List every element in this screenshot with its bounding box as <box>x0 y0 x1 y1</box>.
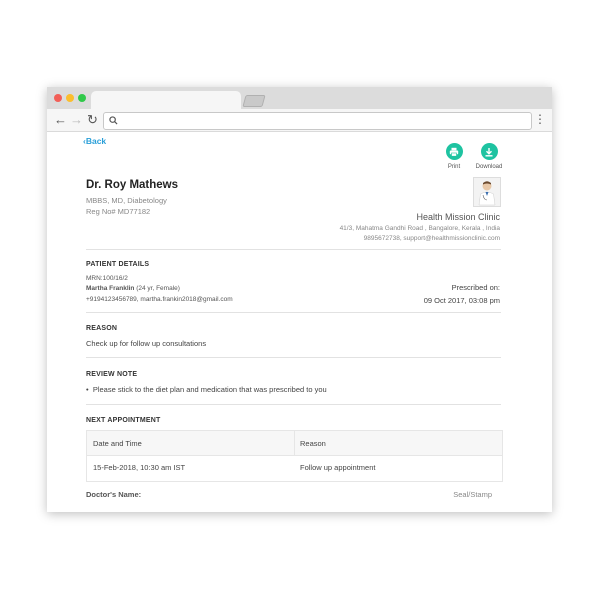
row-reason: Follow up appointment <box>300 463 376 472</box>
doctor-avatar <box>473 177 501 207</box>
patient-name: Martha Franklin <box>86 285 135 292</box>
search-icon <box>109 116 118 125</box>
new-tab-button[interactable] <box>242 95 266 107</box>
doctor-reg-no: Reg No# MD77182 <box>86 207 151 216</box>
clinic-contact: 9895672738, support@healthmissionclinic.… <box>363 235 500 242</box>
patient-name-line: Martha Franklin (24 yr, Female) <box>86 285 180 292</box>
prescribed-date: 09 Oct 2017, 03:08 pm <box>423 296 500 305</box>
tab-bar <box>47 87 552 109</box>
back-link-label: Back <box>85 136 107 146</box>
patient-age-gender: (24 yr, Female) <box>136 285 180 292</box>
seal-stamp-label: Seal/Stamp <box>453 490 492 499</box>
back-arrow-icon[interactable]: ← <box>54 111 67 129</box>
print-label: Print <box>447 164 461 170</box>
reason-text: Check up for follow up consultations <box>86 339 207 348</box>
print-button[interactable]: Print <box>434 143 474 170</box>
patient-contact: +9194123456789, martha.frankin2018@gmail… <box>86 296 233 303</box>
forward-arrow-icon[interactable]: → <box>70 111 83 129</box>
bullet: • <box>86 385 89 394</box>
patient-details-title: PATIENT DETAILS <box>86 261 150 268</box>
table-header: Date and Time Reason <box>87 431 502 456</box>
doctor-qualification: MBBS, MD, Diabetology <box>86 196 167 205</box>
divider <box>86 249 501 250</box>
patient-mrn: MRN:100/16/2 <box>86 275 128 282</box>
doctor-name: Dr. Roy Mathews <box>86 179 179 191</box>
download-icon <box>480 143 498 160</box>
printer-icon <box>445 143 463 160</box>
header-reason: Reason <box>300 439 326 448</box>
appointment-table: Date and Time Reason 15-Feb-2018, 10:30 … <box>86 430 503 482</box>
download-button[interactable]: Download <box>469 143 509 170</box>
close-window-button[interactable] <box>54 94 62 102</box>
browser-toolbar: ← → ↻ ⋮ <box>47 109 552 132</box>
row-date-time: 15-Feb-2018, 10:30 am IST <box>93 463 186 472</box>
divider <box>86 404 501 405</box>
reload-icon[interactable]: ↻ <box>87 111 98 129</box>
menu-dots-icon[interactable]: ⋮ <box>534 112 546 126</box>
review-note-title: REVIEW NOTE <box>86 371 138 378</box>
header-date-time: Date and Time <box>93 439 142 448</box>
back-link[interactable]: ‹Back <box>83 136 106 146</box>
clinic-address: 41/3, Mahatma Gandhi Road , Bangalore, K… <box>339 225 500 232</box>
reason-title: REASON <box>86 325 118 332</box>
next-appointment-title: NEXT APPOINTMENT <box>86 417 161 424</box>
address-input[interactable] <box>122 114 526 128</box>
doctors-name-label: Doctor's Name: <box>86 490 142 499</box>
column-divider <box>294 431 295 455</box>
doctor-avatar-icon <box>478 181 496 206</box>
active-tab[interactable] <box>91 91 241 109</box>
maximize-window-button[interactable] <box>78 94 86 102</box>
review-note-item: • Please stick to the diet plan and medi… <box>86 385 327 394</box>
review-note-text: Please stick to the diet plan and medica… <box>92 385 327 394</box>
minimize-window-button[interactable] <box>66 94 74 102</box>
address-bar[interactable] <box>103 112 532 130</box>
prescription-page: ‹Back Print Download Dr. Roy Mathews MBB… <box>47 132 552 512</box>
divider <box>86 357 501 358</box>
browser-window: ← → ↻ ⋮ ‹Back Print Download Dr. Roy Mat… <box>47 87 552 512</box>
divider <box>86 312 501 313</box>
download-label: Download <box>475 164 503 170</box>
prescribed-label: Prescribed on: <box>451 283 500 292</box>
clinic-name: Health Mission Clinic <box>416 212 500 222</box>
